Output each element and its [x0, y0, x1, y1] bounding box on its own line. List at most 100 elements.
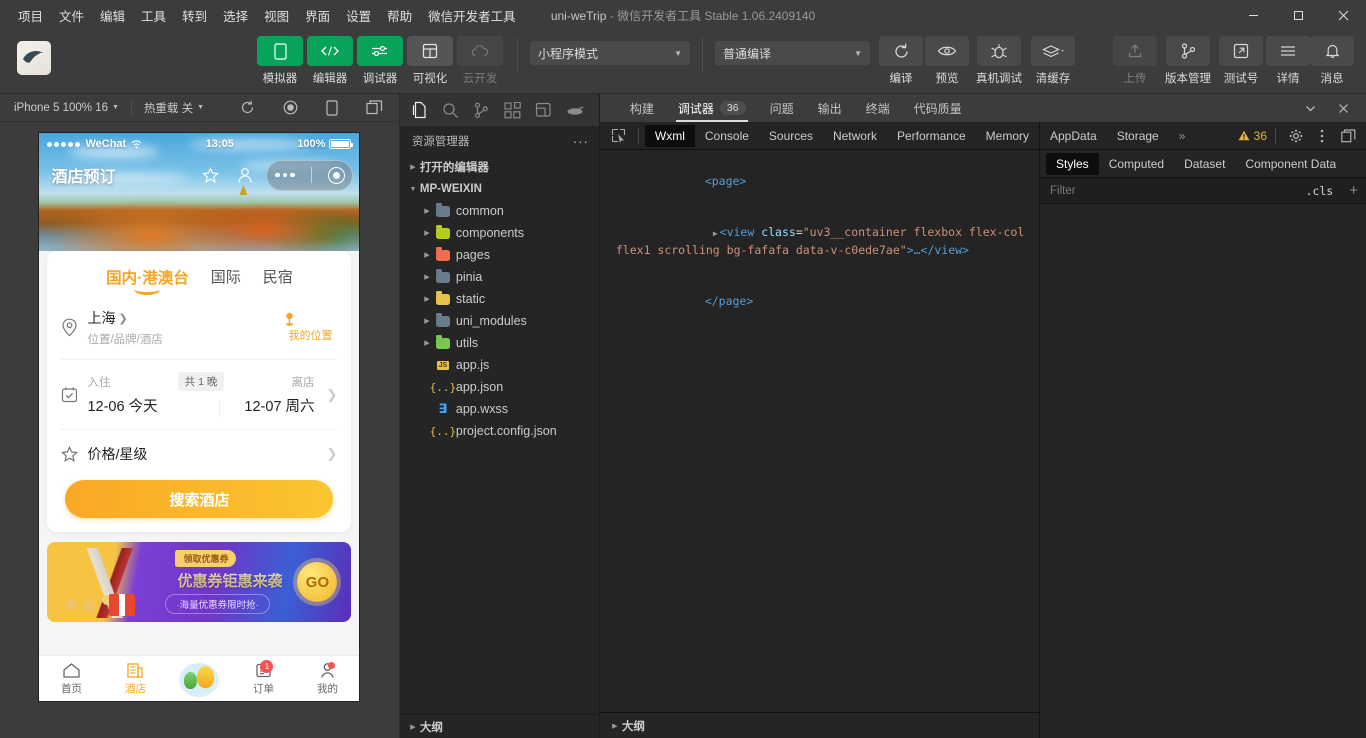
- tabbar-item-center[interactable]: [167, 662, 231, 697]
- source-control-icon[interactable]: [468, 96, 496, 124]
- tab-homestay[interactable]: 民宿: [263, 266, 293, 292]
- clear-cache-button[interactable]: 清缓存: [1028, 36, 1078, 86]
- styles-tab-styles[interactable]: Styles: [1046, 152, 1099, 175]
- preview-button[interactable]: 预览: [924, 36, 970, 86]
- explorer-outline-section[interactable]: ▶ 大纲: [399, 714, 599, 738]
- menu-item-help[interactable]: 帮助: [379, 3, 420, 28]
- warning-indicator[interactable]: 36: [1238, 129, 1267, 143]
- close-mini-program-icon[interactable]: [327, 166, 345, 184]
- tree-section-mp-weixin[interactable]: ▼ MP-WEIXIN: [400, 178, 599, 200]
- menu-item-tools[interactable]: 工具: [133, 3, 174, 28]
- styles-tab-component-data[interactable]: Component Data: [1235, 153, 1346, 175]
- gear-icon[interactable]: [1284, 125, 1308, 147]
- tree-item-static[interactable]: ▶ static: [400, 288, 599, 310]
- close-button[interactable]: [1321, 0, 1366, 30]
- tabbar-item-orders[interactable]: 1 订单: [231, 659, 295, 696]
- styles-filter-input[interactable]: [1040, 184, 1298, 197]
- compile-button[interactable]: 编译: [878, 36, 924, 86]
- hot-reload-select[interactable]: 热重载 关 ▼: [138, 98, 210, 118]
- minimize-button[interactable]: [1231, 0, 1276, 30]
- inspector-tab-memory[interactable]: Memory: [976, 125, 1039, 147]
- expand-arrow-icon[interactable]: ▶: [713, 229, 718, 238]
- tree-section-open-editors[interactable]: ▶ 打开的编辑器: [400, 156, 599, 178]
- menu-item-select[interactable]: 选择: [215, 3, 256, 28]
- search-icon[interactable]: [437, 96, 465, 124]
- panel-tab-problems[interactable]: 问题: [758, 94, 806, 122]
- menu-item-edit[interactable]: 编辑: [92, 3, 133, 28]
- tree-item-app-wxss[interactable]: ∃ app.wxss: [400, 398, 599, 420]
- inspector-tab-appdata[interactable]: AppData: [1040, 125, 1107, 147]
- inspector-tab-storage[interactable]: Storage: [1107, 125, 1169, 147]
- phone-screen[interactable]: WeChat 13:05 100% 酒店预订 国内·港澳台 国际 民宿 上海 ❯…: [39, 133, 360, 701]
- tabbar-item-home[interactable]: 首页: [39, 662, 103, 696]
- tree-item-pages[interactable]: ▶ pages: [400, 244, 599, 266]
- user-profile-icon[interactable]: [237, 167, 253, 184]
- visualizer-button[interactable]: 可视化: [406, 36, 454, 86]
- explorer-more-icon[interactable]: ···: [573, 134, 589, 149]
- tree-item-common[interactable]: ▶ common: [400, 200, 599, 222]
- promo-go-button[interactable]: GO: [297, 562, 338, 602]
- messages-button[interactable]: 消息: [1310, 36, 1354, 86]
- more-dots-icon[interactable]: [275, 172, 295, 178]
- menu-item-project[interactable]: 项目: [10, 3, 51, 28]
- collapse-panel-icon[interactable]: [1296, 100, 1325, 117]
- styles-tab-computed[interactable]: Computed: [1099, 153, 1174, 175]
- my-location-button[interactable]: 我的位置: [283, 312, 337, 343]
- inspector-tab-wxml[interactable]: Wxml: [644, 124, 695, 147]
- panel-tab-output[interactable]: 输出: [806, 94, 854, 122]
- wechat-capsule[interactable]: [266, 159, 354, 191]
- code-line-view[interactable]: ▶ <view class="uv3__container flexbox fle…: [608, 207, 1039, 276]
- tree-item-app-js[interactable]: JS app.js: [400, 354, 599, 376]
- debug-icon[interactable]: [530, 96, 558, 124]
- files-icon[interactable]: [406, 96, 434, 124]
- search-placeholder[interactable]: 位置/品牌/酒店: [87, 331, 283, 347]
- menu-item-settings[interactable]: 设置: [338, 3, 379, 28]
- panel-tab-code-quality[interactable]: 代码质量: [902, 94, 974, 122]
- tree-item-components[interactable]: ▶ components: [400, 222, 599, 244]
- inspector-tab-network[interactable]: Network: [823, 125, 887, 147]
- dock-window-icon[interactable]: [1336, 125, 1360, 147]
- close-panel-icon[interactable]: [1329, 100, 1358, 117]
- add-style-rule-button[interactable]: +: [1341, 182, 1366, 199]
- tree-item-project-config[interactable]: {..} project.config.json: [400, 420, 599, 442]
- date-row[interactable]: 入住 12-06 今天 共 1 晚 离店 12-07 周六 ❯: [47, 366, 351, 423]
- panel-tab-terminal[interactable]: 终端: [854, 94, 902, 122]
- simulator-window-icon[interactable]: [352, 100, 399, 115]
- panel-tab-debugger[interactable]: 调试器 36: [666, 94, 758, 122]
- menu-item-view[interactable]: 视图: [256, 3, 297, 28]
- element-picker-icon[interactable]: [606, 125, 632, 147]
- more-vertical-icon[interactable]: [1310, 125, 1334, 147]
- price-star-row[interactable]: 价格/星级 ❯: [47, 436, 351, 466]
- tree-item-utils[interactable]: ▶ utils: [400, 332, 599, 354]
- device-select[interactable]: iPhone 5 100% 16 ▼: [8, 100, 125, 116]
- favorite-star-icon[interactable]: [202, 166, 220, 184]
- menu-item-file[interactable]: 文件: [51, 3, 92, 28]
- inspector-tab-sources[interactable]: Sources: [759, 125, 823, 147]
- details-button[interactable]: 详情: [1266, 36, 1310, 86]
- inspector-tab-performance[interactable]: Performance: [887, 125, 976, 147]
- cloud-dev-button[interactable]: 云开发: [456, 36, 504, 86]
- styles-tab-dataset[interactable]: Dataset: [1174, 153, 1235, 175]
- tab-domestic[interactable]: 国内·港澳台: [106, 266, 189, 292]
- mode-select[interactable]: 小程序模式 ▼: [530, 41, 690, 65]
- version-control-button[interactable]: 版本管理: [1160, 36, 1216, 86]
- wxml-code-view[interactable]: <page> ▶ <view class="uv3__container flex…: [600, 150, 1039, 712]
- inspector-tab-console[interactable]: Console: [695, 125, 759, 147]
- docker-icon[interactable]: [561, 96, 589, 124]
- test-account-button[interactable]: 测试号: [1216, 36, 1266, 86]
- extensions-icon[interactable]: [499, 96, 527, 124]
- tabbar-item-hotel[interactable]: 酒店: [103, 661, 167, 696]
- devtools-outline-bar[interactable]: ▶ 大纲: [599, 712, 1039, 738]
- simulator-button[interactable]: 模拟器: [256, 36, 304, 86]
- panel-tab-build[interactable]: 构建: [618, 94, 666, 122]
- real-device-debug-button[interactable]: 真机调试: [970, 36, 1028, 86]
- inspector-overflow-button[interactable]: »: [1169, 125, 1196, 147]
- upload-button[interactable]: 上传: [1110, 36, 1160, 86]
- tabbar-item-profile[interactable]: 我的: [295, 661, 359, 696]
- menu-item-interface[interactable]: 界面: [297, 3, 338, 28]
- search-hotel-button[interactable]: 搜索酒店: [65, 480, 334, 518]
- tab-international[interactable]: 国际: [211, 266, 241, 292]
- menu-item-goto[interactable]: 转到: [174, 3, 215, 28]
- maximize-button[interactable]: [1276, 0, 1321, 30]
- tree-item-app-json[interactable]: {..} app.json: [400, 376, 599, 398]
